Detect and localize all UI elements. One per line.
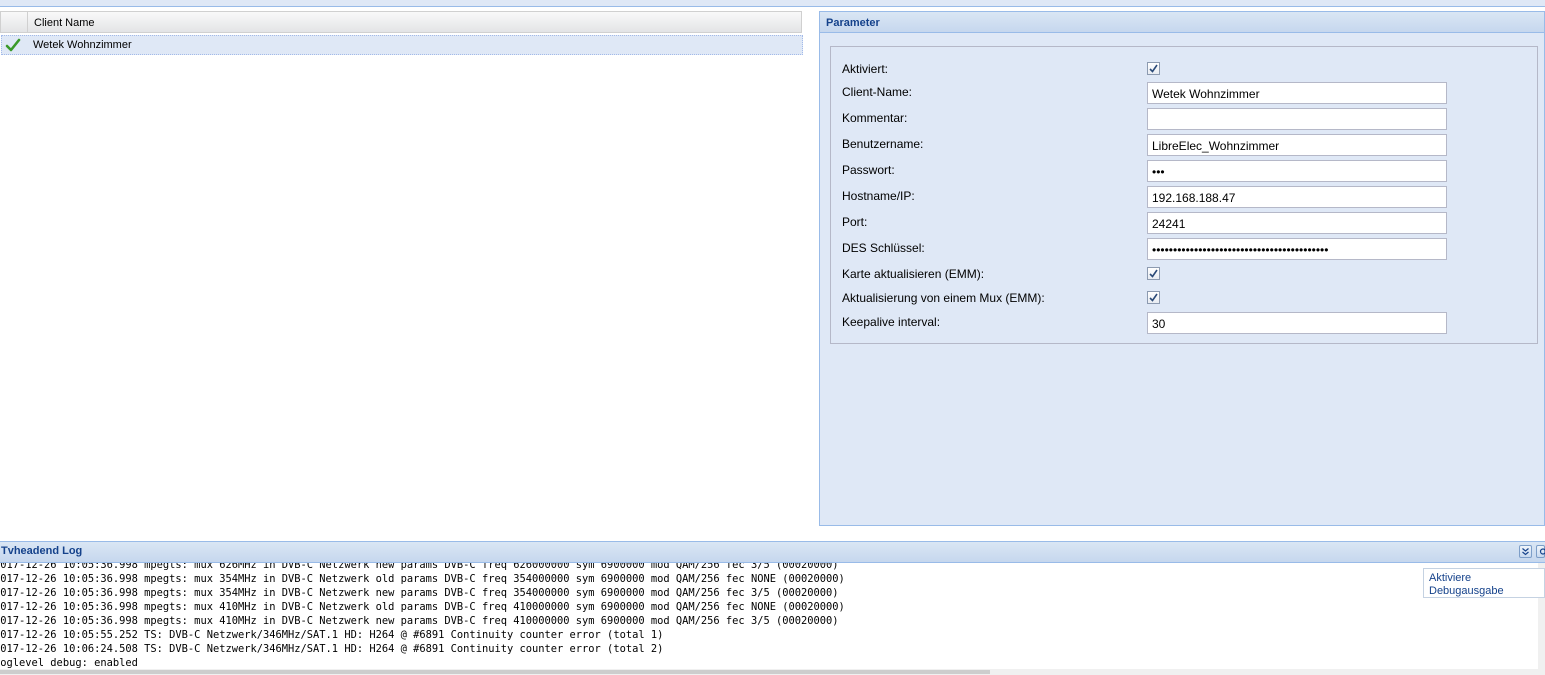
field-label: Passwort: [842,163,895,177]
log-line: 2017-12-26 10:06:24.508 TS: DVB-C Netzwe… [0,643,664,655]
scrollbar-thumb[interactable] [0,670,990,674]
field-row-keepalive: Keepalive interval: 30 [842,312,1542,334]
grid-header-check-column[interactable] [1,12,28,32]
client-name-input[interactable]: Wetek Wohnzimmer [1147,82,1447,104]
field-label: Kommentar: [842,111,908,125]
keepalive-input[interactable]: 30 [1147,312,1447,334]
aktiviert-checkbox[interactable] [1147,62,1160,75]
log-line: 2017-12-26 10:05:36.998 mpegts: mux 410M… [0,601,845,613]
kommentar-input[interactable] [1147,108,1447,130]
field-label: Keepalive interval: [842,315,941,329]
collapse-icon[interactable] [1519,545,1532,558]
field-label: Benutzername: [842,137,924,151]
field-row-des-schluessel: DES Schlüssel: •••••••••••••••••••••••••… [842,238,1542,260]
log-panel-title: Tvheadend Log [1,545,83,557]
client-grid: Client Name Wetek Wohnzimmer [0,11,804,531]
log-output[interactable]: 2017-12-26 10:05:36.998 mpegts: mux 626M… [0,563,1538,669]
top-toolbar-strip [0,0,1545,7]
field-row-port: Port: 24241 [842,212,1542,234]
mux-aktualisierung-checkbox[interactable] [1147,291,1160,304]
log-horizontal-scrollbar[interactable] [0,669,1545,675]
parameter-panel: Parameter Aktiviert: Client-Name: Wetek … [819,11,1545,526]
table-row[interactable]: Wetek Wohnzimmer [1,35,803,55]
field-row-kommentar: Kommentar: [842,108,1542,130]
gear-icon[interactable] [1536,545,1545,558]
benutzername-input[interactable]: LibreElec_Wohnzimmer [1147,134,1447,156]
field-row-karte-aktualisieren: Karte aktualisieren (EMM): [842,264,1542,284]
field-label: Aktiviert: [842,62,889,76]
hostname-input[interactable]: 192.168.188.47 [1147,186,1447,208]
karte-aktualisieren-checkbox[interactable] [1147,267,1160,280]
field-row-benutzername: Benutzername: LibreElec_Wohnzimmer [842,134,1542,156]
field-label: Karte aktualisieren (EMM): [842,267,985,281]
checkmark-icon [5,37,21,53]
field-row-mux-aktualisierung: Aktualisierung von einem Mux (EMM): [842,288,1542,308]
field-row-passwort: Passwort: ••• [842,160,1542,182]
log-line: 2017-12-26 10:05:55.252 TS: DVB-C Netzwe… [0,629,664,641]
parameter-fieldset: Aktiviert: Client-Name: Wetek Wohnzimmer… [830,46,1538,344]
port-input[interactable]: 24241 [1147,212,1447,234]
grid-header-client-name[interactable]: Client Name [34,17,95,29]
field-row-client-name: Client-Name: Wetek Wohnzimmer [842,82,1542,104]
field-label: DES Schlüssel: [842,241,925,255]
field-label: Port: [842,215,868,229]
log-line: Loglevel debug: enabled [0,657,138,669]
parameter-panel-title: Parameter [826,17,880,29]
log-line: 2017-12-26 10:05:36.998 mpegts: mux 354M… [0,573,845,585]
grid-cell-client-name: Wetek Wohnzimmer [33,39,132,51]
log-panel-header: Tvheadend Log [0,541,1545,563]
log-line: 2017-12-26 10:05:36.998 mpegts: mux 626M… [0,563,839,571]
passwort-input[interactable]: ••• [1147,160,1447,182]
field-label: Aktualisierung von einem Mux (EMM): [842,291,1045,305]
des-key-input[interactable]: ••••••••••••••••••••••••••••••••••••••••… [1147,238,1447,260]
log-line: 2017-12-26 10:05:36.998 mpegts: mux 410M… [0,615,839,627]
splitter[interactable] [805,11,818,531]
grid-header: Client Name [0,11,802,33]
log-line: 2017-12-26 10:05:36.998 mpegts: mux 354M… [0,587,839,599]
field-row-aktiviert: Aktiviert: [842,59,1542,79]
field-label: Client-Name: [842,85,913,99]
parameter-panel-header: Parameter [820,12,1544,33]
field-row-hostname: Hostname/IP: 192.168.188.47 [842,186,1542,208]
field-label: Hostname/IP: [842,189,915,203]
enable-debug-button[interactable]: Aktiviere Debugausgabe [1423,568,1545,598]
